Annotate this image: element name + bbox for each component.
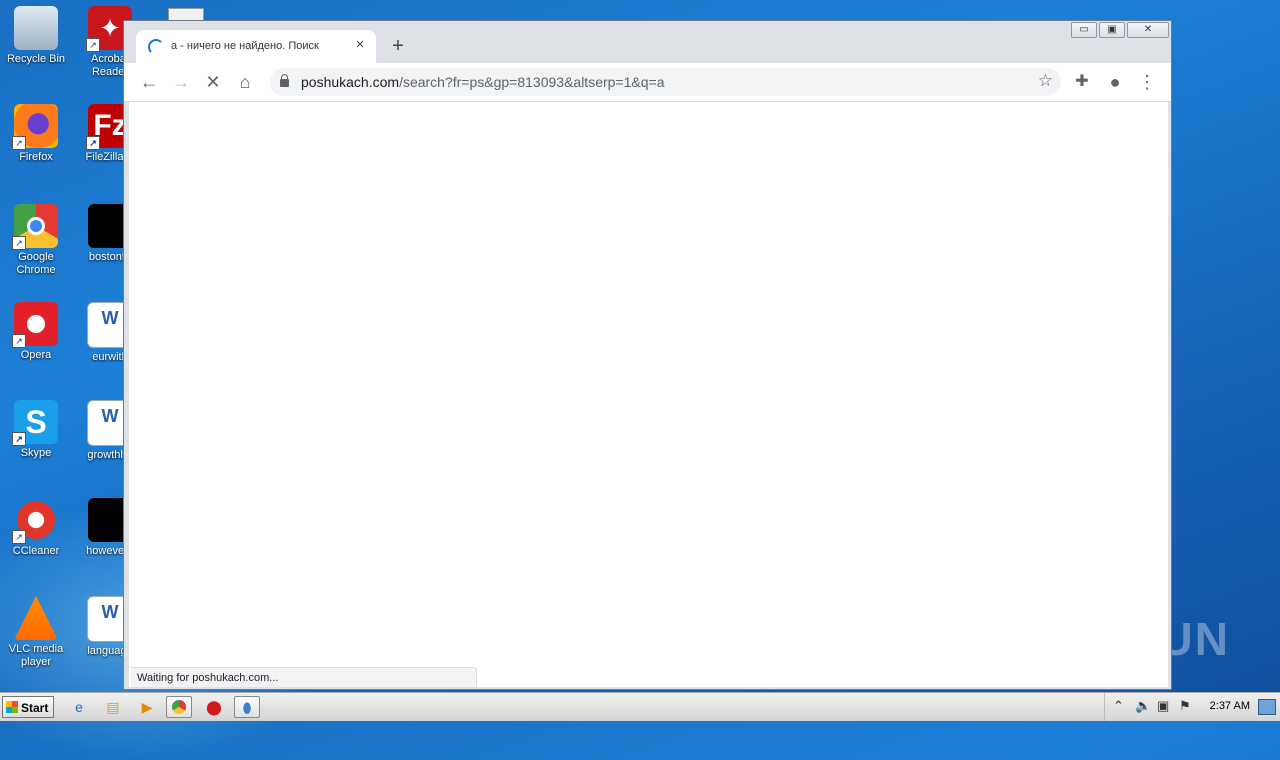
loading-spinner-icon (148, 39, 164, 55)
menu-kebab-icon[interactable]: ⋮ (1135, 70, 1159, 94)
home-icon[interactable]: ⌂ (233, 70, 257, 94)
tab-strip: а - ничего не найдено. Поиск × + ▭ ▣ ✕ (124, 21, 1171, 63)
new-tab-button[interactable]: + (386, 35, 410, 59)
skype-icon: S ↗ (12, 400, 58, 446)
firefox-icon: ↗ (12, 104, 58, 150)
volume-icon[interactable]: 🔈 (1135, 698, 1151, 714)
tab-close-icon[interactable]: × (352, 37, 368, 53)
profile-avatar-icon[interactable]: ● (1103, 70, 1127, 94)
icon-label: Google Chrome (16, 251, 56, 276)
lock-icon (280, 74, 289, 87)
back-arrow-icon[interactable]: ← (137, 70, 161, 94)
taskbar: Start e ▤ ▶ ⬤ ⬮ ⌃ 🔈 ▣ ⚑ 2:37 AM (0, 692, 1280, 721)
icon-label: Recycle Bin (6, 53, 66, 65)
icon-label: Skype (20, 447, 52, 459)
desktop-icon-skype[interactable]: S ↗ Skype (0, 400, 72, 460)
shortcut-arrow-icon: ↗ (12, 236, 26, 250)
media-player-icon[interactable]: ▶ (134, 696, 160, 718)
desktop-icon-recycle-bin[interactable]: Recycle Bin (0, 6, 72, 66)
desktop-icon-ccleaner[interactable]: ↗ CCleaner (0, 498, 72, 558)
ccleaner-icon: ↗ (12, 498, 58, 544)
recycle-bin-icon (14, 6, 58, 50)
close-window-button[interactable]: ✕ (1127, 22, 1169, 38)
url-path: /search?fr=ps&gp=813093&altserp=1&q=a (399, 74, 665, 90)
tray-expand-icon[interactable]: ⌃ (1113, 698, 1124, 714)
desktop-icon-opera[interactable]: ↗ Opera (0, 302, 72, 362)
icon-label: Opera (20, 349, 52, 361)
url-text[interactable]: poshukach.com/search?fr=ps&gp=813093&alt… (301, 74, 664, 90)
icon-label: CCleaner (12, 545, 60, 557)
shortcut-arrow-icon: ↗ (12, 432, 26, 446)
internet-explorer-icon[interactable]: e (66, 696, 92, 718)
chrome-icon: ↗ (12, 204, 58, 250)
browser-tab[interactable]: а - ничего не найдено. Поиск × (136, 30, 376, 63)
window-controls: ▭ ▣ ✕ (1069, 22, 1169, 38)
windows-logo-icon (6, 701, 18, 713)
browser-toolbar: ← → ✕ ⌂ poshukach.com/search?fr=ps&gp=81… (124, 63, 1171, 102)
desktop-icon-chrome[interactable]: ↗ Google Chrome (0, 204, 72, 277)
shortcut-arrow-icon: ↗ (12, 530, 26, 544)
network-icon[interactable]: ▣ (1157, 698, 1169, 714)
page-content: Waiting for poshukach.com... (129, 102, 1168, 687)
file-explorer-icon[interactable]: ▤ (100, 696, 126, 718)
desktop-icon-vlc[interactable]: VLC media player (0, 596, 72, 669)
opera-icon: ↗ (12, 302, 58, 348)
extensions-puzzle-icon[interactable]: ✚ (1070, 70, 1094, 94)
url-host: poshukach.com (301, 74, 400, 90)
maximize-button[interactable]: ▣ (1099, 22, 1125, 38)
forward-arrow-icon[interactable]: → (169, 70, 193, 94)
taskbar-opera-icon[interactable]: ⬤ (201, 696, 227, 718)
start-label: Start (21, 701, 49, 715)
system-tray: ⌃ 🔈 ▣ ⚑ 2:37 AM (1104, 693, 1280, 721)
clock[interactable]: 2:37 AM (1210, 700, 1250, 712)
minimize-button[interactable]: ▭ (1071, 22, 1097, 38)
status-bubble: Waiting for poshukach.com... (131, 667, 477, 687)
browser-window: а - ничего не найдено. Поиск × + ▭ ▣ ✕ ←… (123, 20, 1172, 690)
taskbar-pin-icon[interactable]: ⬮ (234, 696, 260, 718)
desktop-icon-firefox[interactable]: ↗ Firefox (0, 104, 72, 164)
start-button[interactable]: Start (2, 696, 54, 718)
show-desktop-icon[interactable] (1258, 699, 1276, 715)
shortcut-arrow-icon: ↗ (12, 334, 26, 348)
icon-label: Firefox (19, 151, 53, 163)
bookmark-star-icon[interactable]: ☆ (1038, 71, 1053, 91)
shortcut-arrow-icon: ↗ (86, 136, 100, 150)
vlc-icon (14, 596, 58, 640)
stop-loading-icon[interactable]: ✕ (201, 70, 225, 94)
action-center-flag-icon[interactable]: ⚑ (1179, 698, 1191, 714)
tab-title: а - ничего не найдено. Поиск (171, 40, 319, 52)
taskbar-chrome-icon[interactable] (166, 696, 192, 718)
shortcut-arrow-icon: ↗ (12, 136, 26, 150)
address-bar[interactable]: poshukach.com/search?fr=ps&gp=813093&alt… (270, 68, 1061, 96)
shortcut-arrow-icon: ↗ (86, 38, 100, 52)
icon-label: VLC media player (8, 643, 64, 668)
